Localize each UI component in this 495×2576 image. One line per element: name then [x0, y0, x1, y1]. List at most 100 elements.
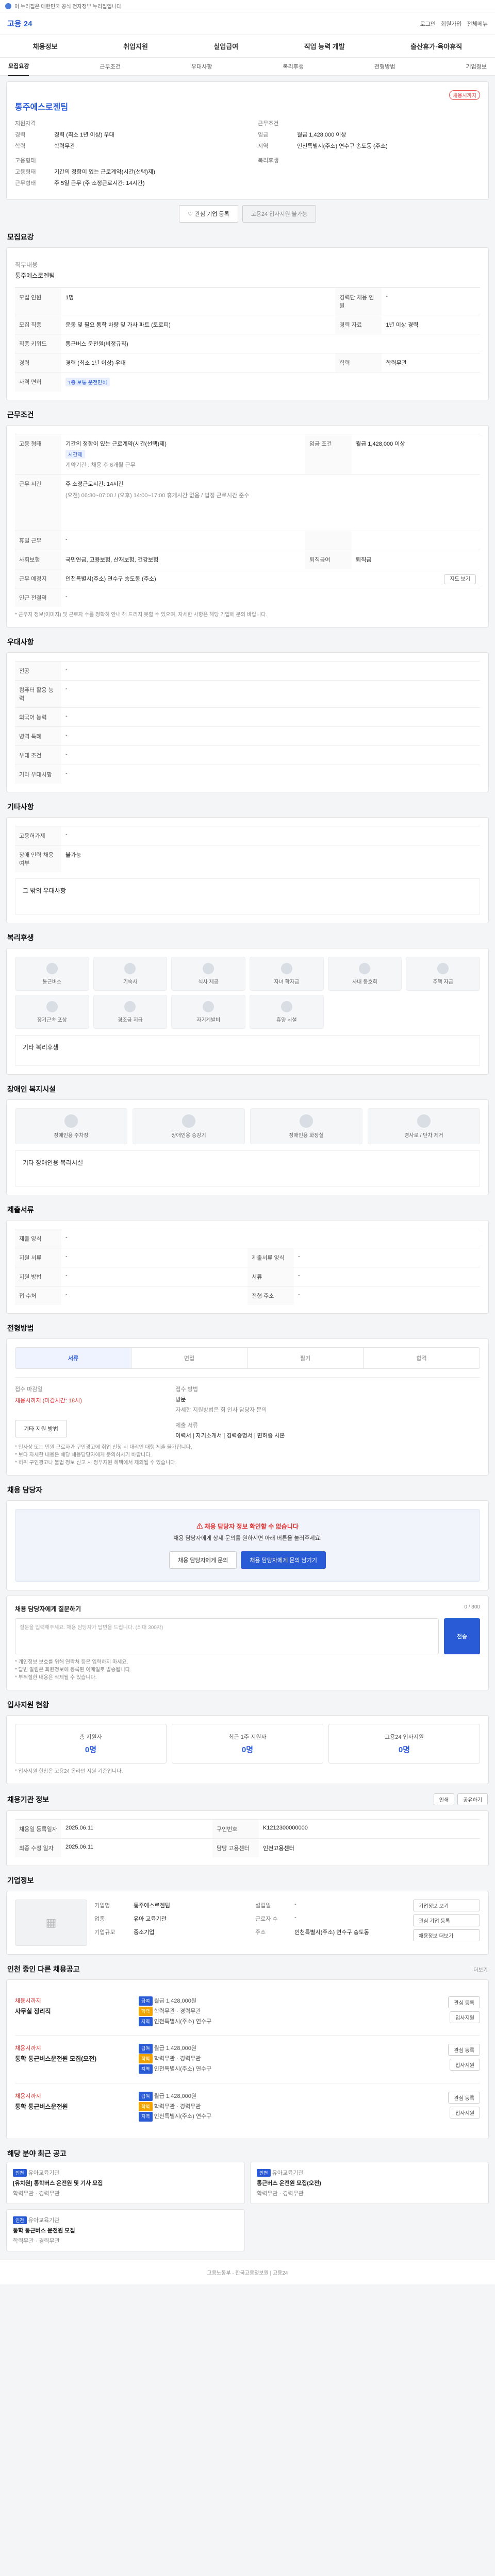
interest-button[interactable]: 관심 등록 [448, 2044, 480, 2056]
contact-inquiry-button[interactable]: 채용 담당자에게 문의 [169, 1551, 237, 1569]
contact-warning-sub: 채용 담당자에게 상세 문의를 원하시면 아래 버튼을 눌러주세요. [173, 1535, 322, 1541]
table-row: 모집 직종 운동 및 필요 통학 차량 및 가사 파트 (토로피) 경력 자료 1년 … [15, 315, 480, 334]
etc-table: 고용허가제 - 장애 인력 채용 여부 불가능 [15, 826, 480, 872]
interest-button[interactable]: 관심 등록 [448, 2091, 480, 2104]
book-icon [203, 1001, 214, 1012]
method-label: 접수 방법 [175, 1386, 198, 1393]
section-title-conditions: 근무조건 [7, 411, 34, 419]
recruit-card: 직무내용 통주에스로젠팀 모집 인원 1명 경력단 채용 인원 - 모집 직종 운동 및… [6, 247, 489, 400]
welfare-item: 자기계발비 [171, 995, 245, 1029]
company-interest-button[interactable]: 관심 기업 등록 [413, 1914, 480, 1926]
club-icon [359, 962, 371, 974]
tab-welfare[interactable]: 복리후생 [283, 62, 304, 71]
section-title-welfare: 복리후생 [7, 934, 34, 942]
similar-card: 채용시까지 사무실 정리직 급여 월급 1,428,000원 학력 학력무관 · … [6, 1979, 489, 2140]
site-footer: 고용노동부 · 한국고용정보원 | 고용24 [0, 2260, 495, 2285]
apply-button[interactable]: 입사지원 [450, 2106, 480, 2119]
section-title-stats: 입사지원 현황 [7, 1701, 50, 1709]
tab-conditions[interactable]: 근무조건 [100, 62, 121, 71]
site-logo[interactable]: 고용 24 [7, 18, 32, 29]
nav-item-unemployment[interactable]: 실업급여 [213, 41, 238, 51]
jobinfo-table: 채용일 등록일자 2025.06.11 구인번호 K1212300000000 최종 … [15, 1819, 480, 1857]
all-menu-button[interactable]: 전체메뉴 [467, 20, 488, 28]
application-card: 제출 양식 - 지원 서류 - 제출서류 양식 - 지원 방법 - 서류 - 접 수처 - 전형 … [6, 1220, 489, 1314]
summary-value: 기간의 정함이 있는 근로계약(시간(선택)제) [54, 169, 155, 175]
table-row: 근무 예정지 인천특별시(주소) 연수구 송도동 (주소) 지도 보기 [15, 569, 480, 588]
welfare-other-label: 기타 복리후생 [23, 1044, 59, 1051]
nav-item-support[interactable]: 취업지원 [123, 41, 148, 51]
table-row: 외국어 능력 - [15, 707, 480, 727]
summary-value: 주 5일 근무 (주 소정근로시간: 14시간) [54, 180, 145, 187]
stat-item: 고용24 입사지원 0명 [328, 1724, 480, 1764]
ramp-icon [417, 1114, 431, 1128]
table-row: 최종 수정 일자 2025.06.11 담당 고용센터 인천고용센터 [15, 1838, 480, 1857]
related-job-card[interactable]: 인천 유아교육기관 통학 통근버스 운전원 모집 학력무관 · 경력무관 [6, 2209, 245, 2252]
etc-other-label: 그 밖의 우대사항 [23, 887, 66, 894]
summary-label: 고용형태 [15, 169, 36, 175]
interest-button[interactable]: ♡ 관심 기업 등록 [178, 205, 238, 223]
elevator-icon [182, 1114, 195, 1128]
tab-preferences[interactable]: 우대사항 [191, 62, 212, 71]
table-row: 경력 경력 (최소 1년 이상) 우대 학력 학력무관 [15, 353, 480, 372]
inquiry-note: * 부적절한 내용은 삭제될 수 있습니다. [15, 1675, 97, 1681]
recruit-table: 모집 인원 1명 경력단 채용 인원 - 모집 직종 운동 및 필요 통학 차량 및 가… [15, 287, 480, 392]
section-title-related: 해당 분야 최근 공고 [7, 2149, 67, 2158]
stats-card: 총 지원자 0명 최근 1주 지원자 0명 고용24 입사지원 0명 * 입사지원 현… [6, 1715, 489, 1784]
section-title-preferences: 우대사항 [7, 638, 34, 646]
apply-button[interactable]: 입사지원 [450, 2011, 480, 2023]
other-apply-button[interactable]: 기타 지원 방법 [15, 1420, 67, 1437]
inquiry-textarea[interactable]: 질문을 입력해주세요. 채용 담당자가 답변을 드립니다. (최대 300자) [15, 1618, 439, 1654]
job-list-item[interactable]: 채용시까지 사무실 정리직 급여 월급 1,428,000원 학력 학력무관 · … [15, 1988, 480, 2035]
share-button[interactable]: 공유하기 [457, 1793, 488, 1805]
interest-button[interactable]: 관심 등록 [448, 1996, 480, 2008]
stat-item: 총 지원자 0명 [15, 1724, 167, 1764]
table-row: 기타 우대사항 - [15, 765, 480, 784]
nav-item-parental[interactable]: 출산휴가·육아휴직 [410, 41, 462, 51]
job-summary-card: 채용시까지 통주에스로젠팀 지원자격 경력 경력 (최소 1년 이상) 우대 학력… [6, 81, 489, 200]
tab-selection[interactable]: 전형방법 [374, 62, 395, 71]
table-row: 지원 서류 - 제출서류 양식 - [15, 1248, 480, 1267]
print-button[interactable]: 인쇄 [433, 1793, 455, 1805]
summary-label: 경력 [15, 132, 26, 138]
inquiry-send-button[interactable]: 전송 [444, 1618, 480, 1654]
apply-button[interactable]: 입사지원 [450, 2059, 480, 2071]
inquiry-card: 채용 담당자에게 질문하기 0 / 300 질문을 입력해주세요. 채용 담당자… [6, 1596, 489, 1690]
related-job-card[interactable]: 인천 유아교육기관 [유치원] 통학버스 운전원 및 기사 모집 학력무관 · 경력… [6, 2162, 245, 2205]
deadline-label: 접수 마감일 [15, 1386, 43, 1393]
apply-disabled-button[interactable]: 고용24 입사지원 불가능 [242, 205, 317, 223]
company-more-jobs-button[interactable]: 채용정보 더보기 [413, 1929, 480, 1941]
preferences-table: 전공 - 컴퓨터 활용 능력 - 외국어 능력 - 병역 특례 - 우대 조건 - 기타 … [15, 661, 480, 784]
nav-item-jobs[interactable]: 채용정보 [33, 41, 58, 51]
related-job-card[interactable]: 인천 유아교육기관 통근버스 운전원 모집(오전) 학력무관 · 경력무관 [250, 2162, 489, 2205]
job-list-item[interactable]: 채용시까지 통학 통근버스운전원 모집(오전) 급여 월급 1,428,000원 … [15, 2035, 480, 2082]
gov-banner-text: 이 누리집은 대한민국 공식 전자정부 누리집입니다. [14, 4, 123, 10]
job-list-item[interactable]: 채용시까지 통학 통근버스운전원 급여 월급 1,428,000원 학력 학력무관… [15, 2082, 480, 2130]
similar-more-link[interactable]: 더보기 [473, 1965, 488, 1973]
company-info-button[interactable]: 기업정보 보기 [413, 1900, 480, 1911]
section-title-disability: 장애인 복지시설 [7, 1085, 56, 1093]
tab-recruit[interactable]: 모집요강 [8, 57, 29, 76]
table-row: 지원 방법 - 서류 - [15, 1267, 480, 1286]
table-row: 사회보험 국민연금, 고용보험, 산재보험, 건강보험 퇴직급여 퇴직금 [15, 550, 480, 569]
alert-icon: ⚠ [196, 1523, 205, 1530]
map-button[interactable]: 지도 보기 [444, 574, 476, 584]
signup-link[interactable]: 회원가입 [441, 20, 461, 28]
selection-card: 서류 면접 필기 합격 접수 마감일 채용시까지 (마감시간: 18시) 기타 … [6, 1338, 489, 1476]
deadline-badge: 채용시까지 [449, 90, 480, 100]
bus-icon [46, 962, 58, 974]
tab-company[interactable]: 기업정보 [466, 62, 487, 71]
facility-item: 장애인용 승강기 [133, 1108, 245, 1144]
nav-item-training[interactable]: 직업 능력 개발 [304, 41, 345, 51]
step-item: 면접 [131, 1348, 248, 1368]
table-row: 휴일 근무 - [15, 531, 480, 550]
table-row: 제출 양식 - [15, 1229, 480, 1248]
method-detail: 자세한 지원방법은 회 인사 담당자 문의 [175, 1407, 267, 1413]
welfare-item: 식사 제공 [171, 957, 245, 991]
summary-value: 월급 1,428,000 이상 [297, 132, 346, 138]
contract-period: 계약기간 : 채용 후 6개월 근무 [65, 462, 136, 468]
section-title-company: 기업정보 [7, 1876, 34, 1885]
table-row: 채용일 등록일자 2025.06.11 구인번호 K1212300000000 [15, 1819, 480, 1839]
disability-other-label: 기타 장애인용 복리시설 [23, 1159, 84, 1166]
login-link[interactable]: 로그인 [420, 20, 436, 28]
contact-leave-message-button[interactable]: 채용 담당자에게 문의 남기기 [241, 1551, 326, 1569]
